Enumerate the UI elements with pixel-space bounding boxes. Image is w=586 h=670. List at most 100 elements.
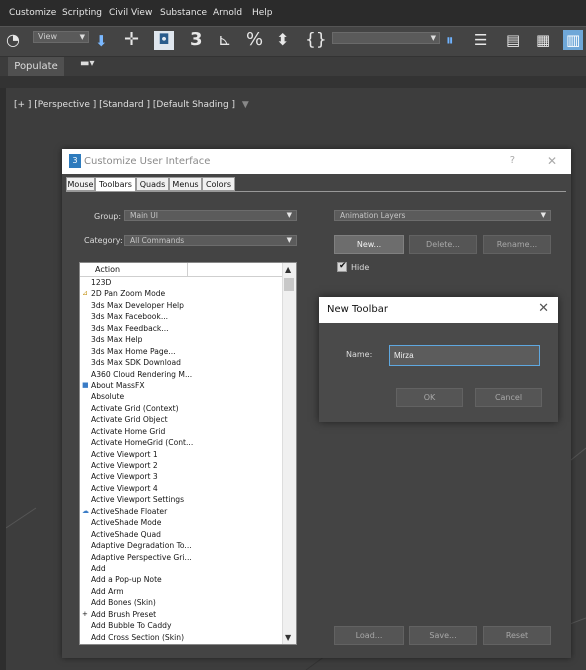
list-item[interactable]: Activate HomeGrid (Cont... [80, 437, 284, 448]
menu-scripting[interactable]: Scripting [62, 8, 102, 18]
chevron-down-icon[interactable]: ▼ [285, 633, 291, 642]
ribbon-options-icon[interactable]: ▬▾ [80, 58, 94, 69]
ribbon-tab-populate[interactable]: Populate [8, 57, 64, 76]
list-item[interactable]: Activate Grid (Context) [80, 403, 284, 414]
list-item-label: Add Arm [91, 586, 124, 596]
angle-snap-icon[interactable]: ⊾ [218, 30, 231, 50]
list-item[interactable]: 3ds Max Developer Help [80, 300, 284, 311]
list-item[interactable]: Add Bubble To Caddy [80, 620, 284, 631]
list-item[interactable]: Adaptive Degradation To... [80, 540, 284, 551]
delete-button[interactable]: Delete... [409, 235, 477, 254]
list-item-label: 123D [91, 278, 112, 287]
list-item-label: Add Brush Preset [91, 609, 157, 619]
scrollbar-thumb[interactable] [284, 278, 294, 291]
list-item[interactable]: Activate Home Grid [80, 426, 284, 437]
category-dropdown[interactable]: All Commands ▼ [124, 235, 297, 246]
list-item[interactable]: Active Viewport 2 [80, 460, 284, 471]
view-dropdown[interactable]: View ▼ [33, 31, 89, 43]
list-item[interactable]: Absolute [80, 391, 284, 402]
list-item[interactable]: Add a Pop-up Note [80, 574, 284, 585]
tab-colors[interactable]: Colors [202, 177, 235, 191]
rename-button[interactable]: Rename... [483, 235, 551, 254]
named-selection-dropdown[interactable]: ▼ [332, 32, 440, 44]
new-toolbar-title-bar: New Toolbar ✕ [319, 297, 558, 323]
list-item[interactable]: ActiveShade Quad [80, 529, 284, 540]
list-item[interactable]: Active Viewport 1 [80, 449, 284, 460]
action-list[interactable]: Action 123D ⊿ 2D Pan Zoom Mode 3ds Max Deve… [79, 262, 297, 645]
reset-button[interactable]: Reset [483, 626, 551, 645]
snaps-toggle-icon[interactable]: 3 [190, 30, 203, 50]
list-item-label: Absolute [91, 392, 125, 402]
view-dropdown-label: View [38, 32, 57, 41]
move-icon[interactable]: ✛ [124, 30, 139, 50]
chevron-up-icon[interactable]: ▲ [285, 265, 291, 274]
menu-civil-view[interactable]: Civil View [109, 8, 152, 18]
list-item[interactable]: 3ds Max Feedback... [80, 323, 284, 334]
layer-explorer-icon[interactable]: ▤ [506, 30, 520, 50]
list-item[interactable]: ⊿ 2D Pan Zoom Mode [80, 288, 284, 299]
mirror-icon[interactable]: ⏸ [446, 30, 454, 50]
list-scrollbar[interactable]: ▲ ▼ [282, 263, 296, 644]
list-item[interactable]: ActiveShade Mode [80, 517, 284, 528]
list-item[interactable]: Active Viewport 4 [80, 483, 284, 494]
snap-icon[interactable]: ◔ [6, 30, 20, 50]
toggle-ribbon-icon[interactable]: ▦ [536, 30, 550, 50]
list-item[interactable]: Add Arm [80, 586, 284, 597]
close-icon[interactable]: ✕ [547, 154, 557, 168]
tab-mouse[interactable]: Mouse [66, 177, 95, 191]
list-item[interactable]: 3ds Max Home Page... [80, 346, 284, 357]
list-item[interactable]: Active Viewport 3 [80, 471, 284, 482]
list-item[interactable]: ■ About MassFX [80, 380, 284, 391]
hide-checkbox[interactable]: ✔ [337, 261, 347, 272]
menu-substance[interactable]: Substance [160, 8, 207, 18]
menu-help[interactable]: Help [252, 8, 273, 18]
percent-snap-icon[interactable]: % [246, 30, 263, 50]
tab-menus[interactable]: Menus [169, 177, 202, 191]
list-item[interactable]: Active Viewport Settings [80, 494, 284, 505]
menu-bar: Customize Scripting Civil View Substance… [0, 0, 586, 26]
viewport-label-text: [+ ] [Perspective ] [Standard ] [Default… [14, 100, 236, 110]
list-item[interactable]: ☁ ActiveShade Floater [80, 506, 284, 517]
edit-named-selection-icon[interactable]: {} [305, 30, 327, 50]
list-item[interactable]: 3ds Max Facebook... [80, 311, 284, 322]
group-dropdown[interactable]: Main UI ▼ [124, 210, 297, 221]
list-item[interactable]: Add Bones (Skin) [80, 597, 284, 608]
menu-customize[interactable]: Customize [9, 8, 56, 18]
list-item[interactable]: Add [80, 563, 284, 574]
list-item[interactable]: Add Cross Section (Skin) [80, 632, 284, 643]
align-icon[interactable]: ☰ [474, 30, 487, 50]
chevron-down-icon: ▼ [286, 211, 292, 219]
new-button[interactable]: New... [334, 235, 404, 254]
cancel-button[interactable]: Cancel [475, 388, 542, 407]
list-item[interactable]: 3ds Max SDK Download [80, 357, 284, 368]
list-item[interactable]: 123D [80, 277, 284, 288]
list-item[interactable]: Activate Grid Object [80, 414, 284, 425]
load-button[interactable]: Load... [334, 626, 404, 645]
ok-button[interactable]: OK [396, 388, 463, 407]
toolbar-dropdown[interactable]: Animation Layers ▼ [334, 210, 551, 221]
list-item-label: Active Viewport 2 [91, 461, 158, 470]
select-region-icon[interactable]: ◘ [154, 31, 174, 50]
toolbar-name-input[interactable] [389, 345, 540, 366]
checkmark-icon: ✔ [339, 261, 347, 271]
close-icon[interactable]: ✕ [538, 301, 549, 316]
list-item[interactable]: Adaptive Perspective Gri... [80, 552, 284, 563]
tab-toolbars[interactable]: Toolbars [95, 177, 136, 192]
list-item[interactable]: 3ds Max Help [80, 334, 284, 345]
help-icon[interactable]: ? [510, 155, 515, 166]
tab-quads[interactable]: Quads [136, 177, 169, 191]
scene-explorer-icon[interactable]: ▥ [563, 30, 584, 50]
group-value: Main UI [130, 211, 158, 220]
viewport-label[interactable]: [+ ] [Perspective ] [Standard ] [Default… [14, 100, 249, 110]
spinner-snap-icon[interactable]: ⬍ [276, 30, 289, 50]
list-item[interactable]: + Add Brush Preset [80, 609, 284, 620]
save-button[interactable]: Save... [409, 626, 477, 645]
list-item-label: A360 Cloud Rendering M... [91, 369, 193, 379]
list-item[interactable]: A360 Cloud Rendering M... [80, 369, 284, 380]
filter-icon[interactable]: ▼ [242, 100, 249, 110]
select-link-icon[interactable]: ⬇ [95, 31, 108, 51]
category-value: All Commands [130, 236, 185, 245]
menu-arnold[interactable]: Arnold [213, 8, 242, 18]
tab-divider [66, 191, 566, 192]
chevron-down-icon: ▼ [430, 34, 436, 42]
